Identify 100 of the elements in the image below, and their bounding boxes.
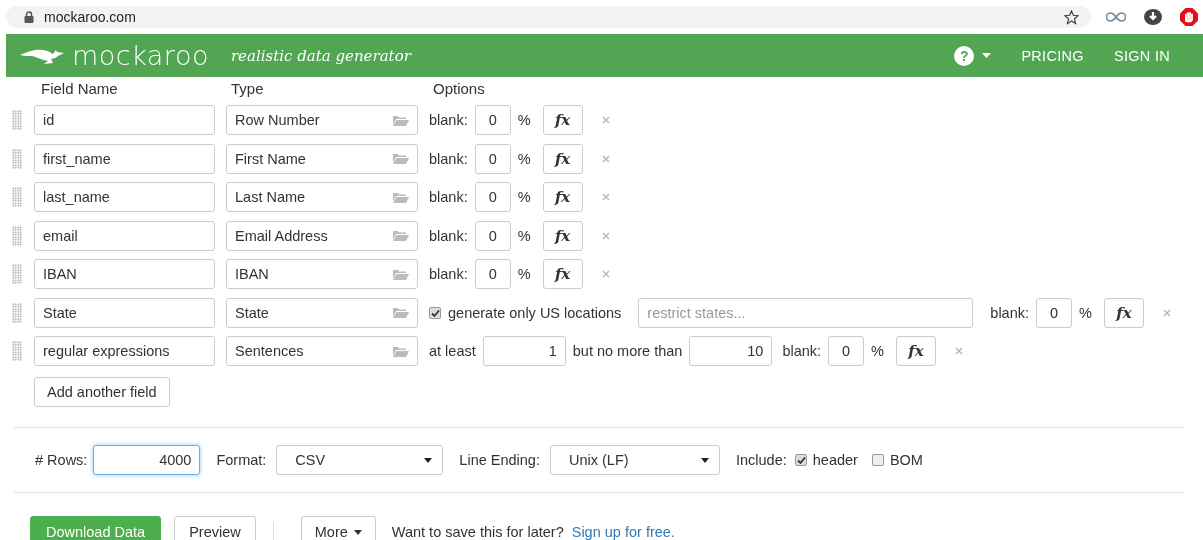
blank-input[interactable]: 0 [474, 220, 511, 251]
folder-icon [393, 153, 409, 164]
drag-handle-icon[interactable] [12, 302, 22, 323]
type-picker[interactable]: Sentences [226, 336, 418, 366]
remove-icon[interactable] [601, 116, 610, 124]
stop-hand-icon[interactable] [1180, 8, 1198, 26]
percent-sign: % [1079, 304, 1092, 321]
formula-button[interactable]: fx [542, 182, 583, 212]
folder-icon [393, 268, 409, 280]
option-label: at least [429, 343, 476, 359]
option-label: blank: [782, 343, 822, 359]
blank-input[interactable]: 0 [1036, 297, 1072, 328]
type-picker[interactable]: IBAN [226, 259, 418, 289]
option-label: blank: [429, 112, 468, 128]
folder-icon [393, 230, 409, 241]
remove-icon[interactable] [601, 154, 610, 163]
type-picker[interactable]: First Name [226, 143, 418, 174]
blank-input[interactable]: 0 [474, 105, 511, 135]
checkbox-label: header [812, 452, 858, 468]
field-name-input[interactable]: email [34, 220, 215, 251]
sign-up-link[interactable]: Sign up for free. [571, 524, 675, 540]
folder-icon [393, 191, 409, 203]
remove-icon[interactable] [1162, 308, 1171, 317]
formula-button[interactable]: fx [1103, 297, 1144, 328]
option-label: generate only US locations [448, 304, 622, 321]
percent-sign: % [517, 266, 531, 282]
max-input[interactable]: 10 [689, 336, 773, 366]
caret-icon [700, 457, 709, 463]
checkbox[interactable] [429, 306, 441, 319]
type-picker[interactable]: Email Address [226, 220, 418, 251]
formula-button[interactable]: fx [542, 143, 583, 174]
folder-icon [393, 345, 409, 357]
infinity-icon[interactable] [1106, 12, 1126, 22]
formula-button[interactable]: fx [542, 105, 583, 135]
address-bar[interactable]: mockaroo.com [6, 6, 1091, 28]
drag-handle-icon[interactable] [12, 225, 22, 246]
type-picker[interactable]: State [226, 297, 418, 328]
caret-icon [982, 53, 992, 58]
blank-input[interactable]: 0 [474, 259, 511, 289]
url-text: mockaroo.com [44, 9, 137, 25]
folder-icon [393, 114, 409, 126]
remove-icon[interactable] [955, 347, 963, 355]
option-label: blank: [990, 304, 1029, 321]
percent-sign: % [517, 189, 531, 205]
field-name-input[interactable]: first_name [34, 143, 215, 174]
add-field-button[interactable]: Add another field [34, 377, 170, 407]
rows-input[interactable]: 4000 [93, 445, 201, 475]
drag-handle-icon[interactable] [12, 148, 22, 169]
formula-button[interactable]: fx [542, 220, 583, 251]
save-prompt: Want to save this for later? [391, 524, 564, 540]
drag-handle-icon[interactable] [12, 110, 22, 130]
percent-sign: % [517, 227, 531, 244]
setting-label: Format: [216, 452, 267, 468]
line-ending-dropdown[interactable]: Unix (LF) [549, 445, 720, 475]
blank-input[interactable]: 0 [474, 182, 511, 212]
drag-handle-icon[interactable] [12, 341, 22, 361]
restrict-input[interactable]: restrict states... [638, 297, 974, 328]
preview-button[interactable]: Preview [174, 516, 256, 540]
setting-label: Line Ending: [459, 452, 540, 468]
percent-sign: % [517, 112, 531, 128]
field-name-input[interactable]: last_name [34, 182, 215, 212]
option-label: but no more than [572, 343, 683, 359]
checkbox[interactable] [794, 454, 807, 466]
formula-button[interactable]: fx [542, 259, 583, 289]
type-picker[interactable]: Row Number [226, 105, 418, 135]
more-button[interactable]: More [300, 516, 376, 540]
column-header: Field Name [41, 79, 119, 97]
folder-icon [393, 307, 409, 318]
option-label: blank: [429, 189, 468, 205]
field-name-input[interactable]: id [34, 105, 215, 135]
download-icon[interactable] [1144, 9, 1162, 25]
blank-input[interactable]: 0 [828, 336, 865, 366]
setting-label: # Rows: [35, 452, 88, 468]
field-name-input[interactable]: State [34, 297, 215, 328]
percent-sign: % [871, 343, 884, 359]
column-header: Type [231, 79, 265, 97]
option-label: blank: [429, 227, 468, 244]
drag-handle-icon[interactable] [12, 264, 22, 284]
tagline: realistic data generator [230, 46, 411, 65]
blank-input[interactable]: 0 [474, 143, 511, 174]
format-dropdown[interactable]: CSV [276, 445, 444, 475]
option-label: blank: [429, 266, 468, 282]
setting-label: Include: [735, 452, 787, 468]
min-input[interactable]: 1 [482, 336, 566, 366]
field-name-input[interactable]: regular expressions [34, 336, 215, 366]
option-label: blank: [429, 150, 468, 167]
checkbox-label: BOM [889, 452, 923, 468]
percent-sign: % [517, 150, 531, 167]
formula-button[interactable]: fx [896, 336, 936, 366]
checkbox[interactable] [871, 454, 884, 466]
remove-icon[interactable] [601, 193, 610, 201]
remove-icon[interactable] [601, 270, 610, 278]
drag-handle-icon[interactable] [12, 187, 22, 207]
remove-icon[interactable] [601, 231, 610, 240]
lock-icon [24, 11, 34, 23]
column-header: Options [433, 79, 485, 97]
caret-icon [424, 457, 433, 463]
type-picker[interactable]: Last Name [226, 182, 418, 212]
star-icon[interactable] [1064, 9, 1079, 25]
field-name-input[interactable]: IBAN [34, 259, 215, 289]
